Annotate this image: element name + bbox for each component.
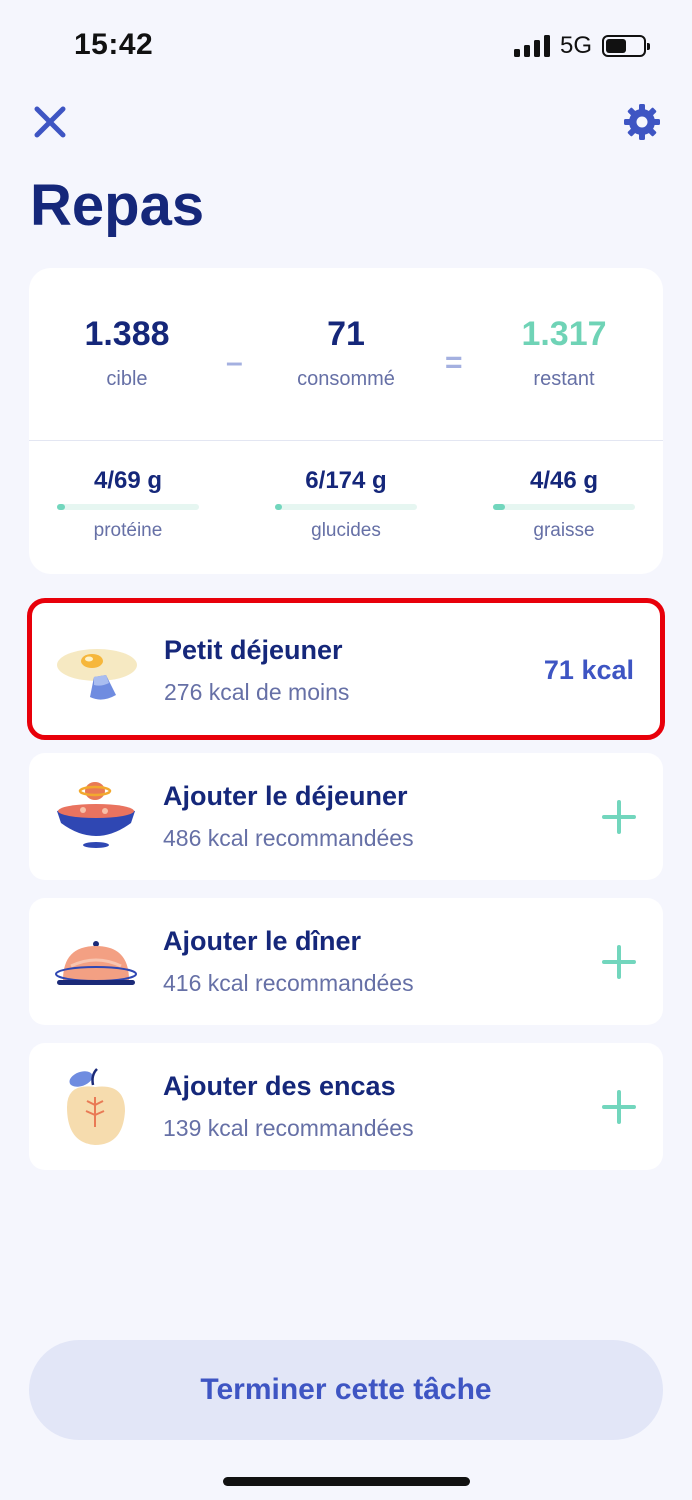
macro-value: 4/46 g bbox=[529, 467, 599, 494]
meal-subtitle: 139 kcal recommandées bbox=[163, 1115, 414, 1141]
meal-lunch-card[interactable]: Ajouter le déjeuner 486 kcal recommandée… bbox=[29, 753, 663, 880]
close-icon bbox=[34, 106, 66, 138]
fried-egg-icon bbox=[57, 649, 137, 700]
consumed-label: consommé bbox=[297, 368, 395, 390]
network-type: 5G bbox=[559, 32, 592, 59]
finish-task-button[interactable]: Terminer cette tâche bbox=[29, 1340, 663, 1440]
target-calories: 1.388 cible bbox=[27, 314, 227, 391]
remaining-calories: 1.317 restant bbox=[464, 314, 664, 391]
home-indicator bbox=[223, 1477, 470, 1486]
meal-title: Ajouter des encas bbox=[163, 1071, 396, 1101]
meal-kcal: 71 kcal bbox=[543, 655, 634, 685]
macro-label: graisse bbox=[533, 520, 595, 541]
status-indicators: 5G bbox=[513, 32, 650, 60]
meal-subtitle: 486 kcal recommandées bbox=[163, 825, 414, 851]
plus-icon bbox=[602, 800, 636, 834]
macro-value: 6/174 g bbox=[305, 467, 387, 494]
plus-icon bbox=[602, 1090, 636, 1124]
add-snacks-button[interactable] bbox=[601, 1089, 637, 1125]
meal-title: Ajouter le dîner bbox=[163, 926, 362, 956]
add-lunch-button[interactable] bbox=[601, 799, 637, 835]
equals-sign: = bbox=[445, 346, 463, 379]
gear-icon bbox=[624, 104, 660, 140]
battery-icon bbox=[602, 35, 650, 57]
consumed-calories: 71 consommé bbox=[246, 314, 446, 391]
close-button[interactable] bbox=[30, 102, 70, 142]
add-dinner-button[interactable] bbox=[601, 944, 637, 980]
remaining-value: 1.317 bbox=[521, 315, 607, 353]
apple-icon bbox=[67, 1068, 125, 1145]
status-time: 15:42 bbox=[74, 28, 154, 61]
meals-screen: 15:42 5G Repas 1.388 cible – 71 consommé… bbox=[0, 0, 692, 1500]
signal-icon bbox=[513, 35, 550, 57]
plus-icon bbox=[602, 945, 636, 979]
macro-progress-bar bbox=[57, 504, 199, 510]
meal-breakfast-card[interactable]: Petit déjeuner 276 kcal de moins 71 kcal bbox=[27, 598, 665, 740]
macro-protein: 4/69 g protéine bbox=[57, 466, 199, 542]
macro-carbs: 6/174 g glucides bbox=[275, 466, 417, 542]
macro-fat: 4/46 g graisse bbox=[493, 466, 635, 542]
meal-title: Petit déjeuner bbox=[164, 635, 343, 665]
meal-snacks-card[interactable]: Ajouter des encas 139 kcal recommandées bbox=[29, 1043, 663, 1170]
meal-dinner-card[interactable]: Ajouter le dîner 416 kcal recommandées bbox=[29, 898, 663, 1025]
target-value: 1.388 bbox=[84, 315, 170, 353]
meal-title: Ajouter le déjeuner bbox=[163, 781, 408, 811]
meal-subtitle: 416 kcal recommandées bbox=[163, 970, 414, 996]
minus-sign: – bbox=[226, 346, 243, 379]
remaining-label: restant bbox=[533, 368, 595, 390]
macro-progress-bar bbox=[275, 504, 417, 510]
calorie-equation: 1.388 cible – 71 consommé = 1.317 restan… bbox=[29, 268, 663, 440]
macro-value: 4/69 g bbox=[93, 467, 163, 494]
macro-progress-bar bbox=[493, 504, 635, 510]
macro-label: glucides bbox=[311, 520, 381, 541]
target-label: cible bbox=[106, 368, 148, 390]
cloche-icon bbox=[55, 941, 137, 985]
soup-bowl-icon bbox=[57, 782, 135, 848]
meal-subtitle: 276 kcal de moins bbox=[164, 679, 350, 705]
summary-divider bbox=[29, 440, 663, 441]
calorie-summary-card: 1.388 cible – 71 consommé = 1.317 restan… bbox=[29, 268, 663, 574]
consumed-value: 71 bbox=[327, 315, 365, 353]
settings-button[interactable] bbox=[622, 102, 662, 142]
macro-label: protéine bbox=[93, 520, 163, 541]
page-title: Repas bbox=[30, 173, 205, 238]
